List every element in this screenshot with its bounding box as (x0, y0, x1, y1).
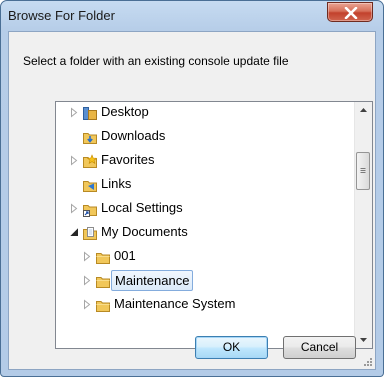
title-bar[interactable]: Browse For Folder (1, 1, 383, 31)
tree-item-favorites[interactable]: Favorites (56, 150, 354, 172)
cancel-button[interactable]: Cancel (283, 336, 356, 359)
scroll-thumb[interactable] (356, 152, 370, 190)
tree-item-label: Links (101, 176, 132, 191)
ok-button[interactable]: OK (195, 336, 268, 359)
tree-item-label: Maintenance System (114, 296, 236, 311)
expand-arrow-icon[interactable] (69, 107, 79, 118)
expand-arrow-icon[interactable] (82, 251, 92, 262)
tree-item-links[interactable]: Links (56, 174, 354, 196)
desktop-folder-icon (83, 107, 97, 120)
documents-folder-icon (83, 227, 97, 240)
expand-arrow-icon[interactable] (82, 299, 92, 310)
tree-item-downloads[interactable]: Downloads (56, 126, 354, 148)
favorites-folder-icon (83, 154, 98, 168)
dialog-client-area: Select a folder with an existing console… (8, 31, 376, 370)
downloads-folder-icon (83, 133, 97, 144)
tree-item-label: Maintenance (111, 270, 194, 291)
folder-tree[interactable]: Desktop Downloads Favorites Links Local … (55, 101, 373, 349)
tree-item-maintenance-system[interactable]: Maintenance System (56, 294, 354, 316)
window-title: Browse For Folder (8, 8, 115, 23)
shortcut-folder-icon (83, 205, 97, 217)
tree-item-label: Downloads (101, 128, 166, 143)
expand-arrow-icon[interactable] (69, 203, 79, 214)
scroll-down-icon[interactable] (355, 331, 372, 348)
links-folder-icon (83, 181, 97, 192)
tree-item-label: Desktop (101, 104, 149, 119)
expand-arrow-icon[interactable] (69, 155, 79, 166)
tree-item-label: My Documents (101, 224, 188, 239)
grip-lines-icon (360, 168, 366, 173)
folder-icon (96, 277, 110, 288)
collapse-arrow-icon[interactable] (69, 227, 79, 238)
folder-icon (96, 301, 110, 312)
browse-for-folder-dialog: Browse For Folder Select a folder with a… (0, 0, 384, 377)
tree-item-001[interactable]: 001 (56, 246, 354, 268)
close-icon (344, 7, 358, 19)
tree-item-label: Local Settings (101, 200, 183, 215)
scroll-up-icon[interactable] (355, 102, 372, 119)
folder-icon (96, 253, 110, 264)
tree-item-maintenance[interactable]: Maintenance (56, 270, 354, 292)
close-button[interactable] (327, 2, 373, 22)
tree-item-label: 001 (114, 248, 136, 263)
instruction-text: Select a folder with an existing console… (23, 54, 289, 68)
expand-arrow-icon[interactable] (82, 275, 92, 286)
vertical-scrollbar[interactable] (354, 102, 372, 348)
tree-item-label: Favorites (101, 152, 155, 167)
tree-item-local-settings[interactable]: Local Settings (56, 198, 354, 220)
resize-grip-icon[interactable] (363, 357, 373, 367)
tree-item-desktop[interactable]: Desktop (56, 102, 354, 124)
tree-item-my-documents[interactable]: My Documents (56, 222, 354, 244)
